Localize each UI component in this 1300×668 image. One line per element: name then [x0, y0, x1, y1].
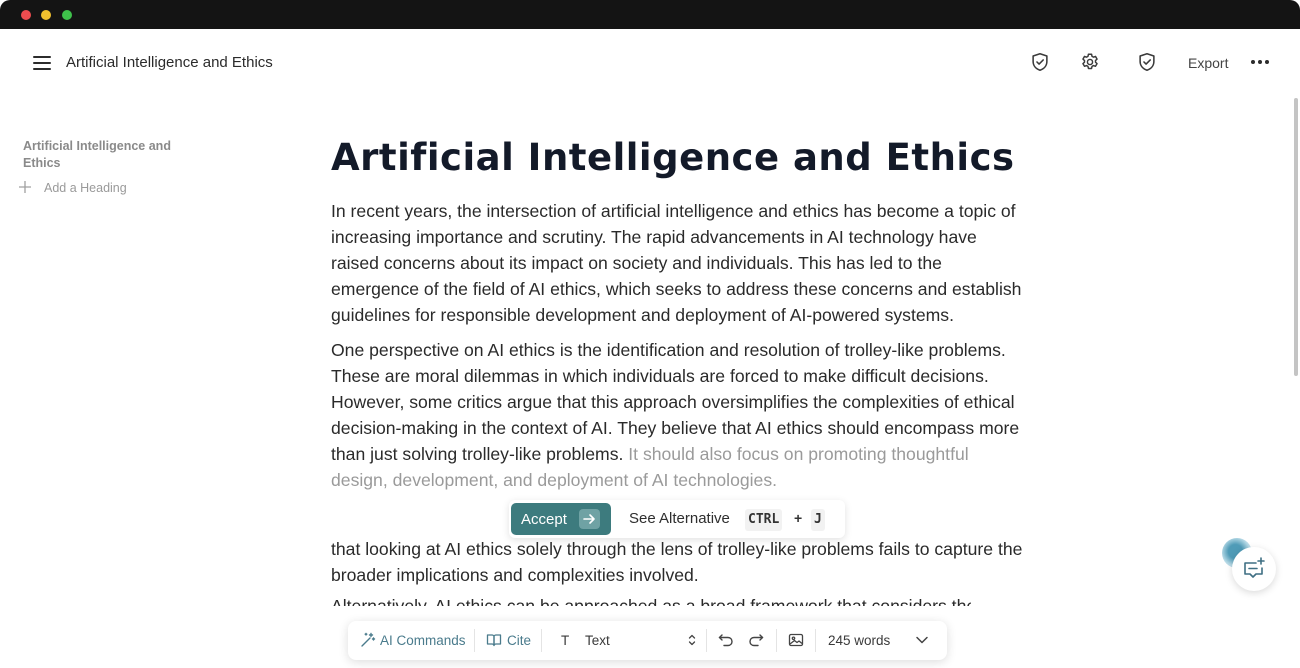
shield-check-icon[interactable]: [1029, 51, 1051, 73]
add-heading-button[interactable]: Add a Heading: [18, 180, 218, 198]
suggestion-bar: Accept See Alternative CTRL + J: [509, 500, 845, 538]
document-title: Artificial Intelligence and Ethics: [66, 54, 273, 71]
word-count: 245 words: [828, 633, 891, 648]
export-button[interactable]: Export: [1188, 55, 1228, 71]
paragraph[interactable]: that looking at AI ethics solely through…: [331, 536, 1026, 588]
close-window-button[interactable]: [21, 10, 31, 20]
divider: [474, 629, 475, 652]
redo-icon: [748, 632, 764, 648]
chevron-down-icon: [914, 632, 930, 648]
accept-button[interactable]: Accept: [511, 503, 611, 535]
maximize-window-button[interactable]: [62, 10, 72, 20]
outline-item-title[interactable]: Artificial Intelligence and Ethics: [23, 138, 203, 172]
see-alternative-button[interactable]: See Alternative: [629, 510, 730, 527]
shortcut-key-ctrl: CTRL: [745, 509, 783, 531]
divider: [706, 629, 707, 652]
plus-icon: [18, 180, 32, 194]
document-body[interactable]: Artificial Intelligence and Ethics In re…: [331, 134, 1031, 606]
paragraph[interactable]: One perspective on AI ethics is the iden…: [331, 337, 1026, 493]
divider: [776, 629, 777, 652]
shortcut-plus: +: [794, 510, 803, 526]
text-style-value: Text: [585, 633, 610, 648]
magic-wand-icon: [360, 632, 376, 648]
shield-check-icon[interactable]: [1136, 51, 1158, 73]
divider: [815, 629, 816, 652]
shortcut-key-j: J: [811, 509, 825, 531]
paragraph[interactable]: In recent years, the intersection of art…: [331, 198, 1026, 328]
book-icon: [486, 632, 502, 648]
text-style-icon: T: [561, 633, 570, 648]
chevron-up-down-icon: [684, 632, 700, 648]
undo-icon: [718, 632, 734, 648]
more-icon[interactable]: [1250, 51, 1270, 73]
partial-paragraph: Alternatively, AI ethics can be approach…: [331, 596, 971, 606]
minimize-window-button[interactable]: [41, 10, 51, 20]
insert-image-button[interactable]: [788, 621, 806, 660]
ai-commands-button[interactable]: AI Commands: [360, 621, 468, 660]
chat-sparkle-icon: [1244, 557, 1265, 578]
image-icon: [788, 632, 804, 648]
menu-icon[interactable]: [30, 53, 54, 73]
document-heading[interactable]: Artificial Intelligence and Ethics: [331, 134, 1031, 182]
app-header: Artificial Intelligence and Ethics Expor…: [0, 29, 1300, 95]
arrow-right-icon: [579, 509, 600, 529]
add-heading-label: Add a Heading: [44, 181, 127, 195]
chat-button[interactable]: [1232, 547, 1276, 591]
ai-commands-label: AI Commands: [380, 633, 466, 648]
redo-button[interactable]: [748, 621, 766, 660]
cite-label: Cite: [507, 633, 532, 648]
window-titlebar: [0, 0, 1300, 29]
word-count-dropdown[interactable]: 245 words: [828, 621, 934, 660]
gear-icon[interactable]: [1079, 51, 1101, 73]
scrollbar[interactable]: [1294, 98, 1298, 376]
cite-button[interactable]: Cite: [486, 621, 534, 660]
outline-panel: Artificial Intelligence and Ethics Add a…: [19, 138, 203, 195]
text-style-select[interactable]: T Text: [558, 621, 700, 660]
divider: [541, 629, 542, 652]
undo-button[interactable]: [718, 621, 736, 660]
bottom-toolbar: AI Commands Cite T Text 245 words: [348, 621, 947, 660]
accept-label: Accept: [521, 511, 567, 528]
